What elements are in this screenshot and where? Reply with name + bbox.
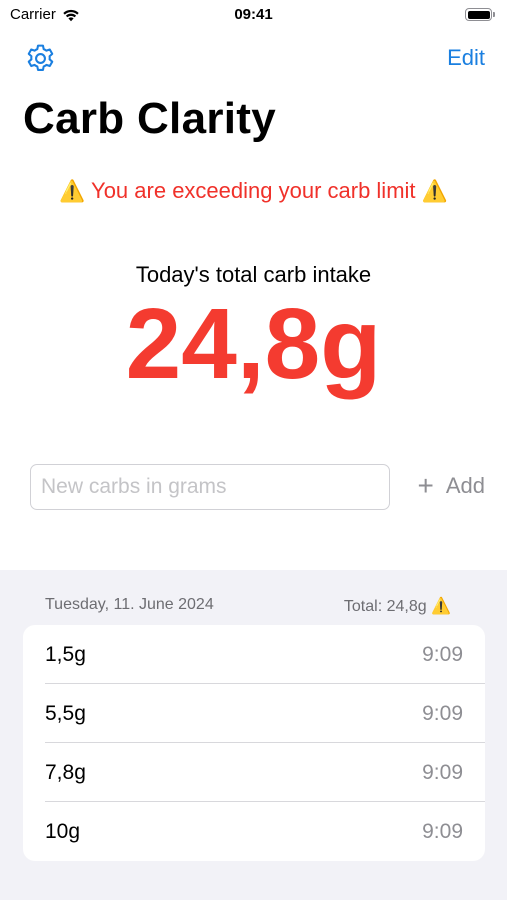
settings-button[interactable] (24, 42, 57, 75)
section-total-text: Total: 24,8g (343, 598, 427, 615)
battery-icon (465, 7, 497, 22)
entry-amount: 10g (45, 819, 81, 843)
entries-section: Tuesday, 11. June 2024 Total: 24,8g ⚠️ 1… (0, 570, 507, 900)
warning-icon: ⚠️ (59, 180, 86, 203)
warning-icon: ⚠️ (431, 598, 451, 615)
section-total: Total: 24,8g ⚠️ (344, 596, 451, 616)
warning-text: You are exceeding your carb limit (91, 178, 416, 203)
nav-bar: Edit (0, 40, 507, 76)
status-bar: Carrier 09:41 (0, 0, 507, 30)
section-header: Tuesday, 11. June 2024 Total: 24,8g ⚠️ (45, 596, 451, 616)
list-item[interactable]: 7,8g 9:09 (23, 743, 485, 802)
total-value: 24,8g (125, 288, 382, 400)
list-item[interactable]: 1,5g 9:09 (23, 625, 485, 684)
add-carbs-row: + Add (30, 464, 490, 510)
gear-icon (27, 44, 54, 71)
warning-icon: ⚠️ (421, 180, 448, 203)
entry-time: 9:09 (422, 642, 463, 666)
section-date: Tuesday, 11. June 2024 (45, 596, 214, 613)
carbs-input[interactable] (30, 464, 390, 510)
entry-time: 9:09 (422, 819, 463, 843)
status-time: 09:41 (234, 6, 273, 23)
plus-icon: + (417, 470, 434, 501)
entry-amount: 1,5g (45, 642, 86, 666)
list-item[interactable]: 10g 9:09 (23, 802, 485, 861)
entries-list: 1,5g 9:09 5,5g 9:09 7,8g 9:09 10g 9:09 (23, 625, 485, 861)
add-button[interactable]: + Add (417, 472, 485, 500)
entry-amount: 5,5g (45, 701, 86, 725)
total-label: Today's total carb intake (135, 262, 372, 287)
entry-amount: 7,8g (45, 760, 86, 784)
add-label: Add (445, 473, 485, 498)
edit-button[interactable]: Edit (447, 45, 485, 71)
list-item[interactable]: 5,5g 9:09 (23, 684, 485, 743)
entry-time: 9:09 (422, 701, 463, 725)
carb-limit-warning: ⚠️ You are exceeding your carb limit ⚠️ (0, 178, 507, 204)
page-title: Carb Clarity (23, 94, 277, 143)
entry-time: 9:09 (422, 760, 463, 784)
